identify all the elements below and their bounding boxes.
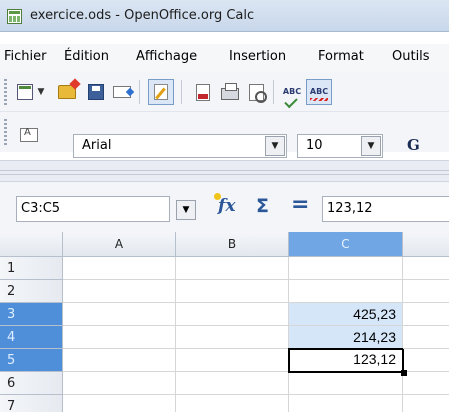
cell-a5[interactable] [63, 349, 176, 372]
cell-a7[interactable] [63, 395, 176, 412]
title-bar: exercice.ods - OpenOffice.org Calc [0, 0, 449, 32]
row-header-3[interactable]: 3 [0, 303, 63, 326]
cell-d3[interactable] [403, 303, 449, 326]
page-preview-icon[interactable] [245, 81, 267, 103]
toolbar-separator [139, 80, 140, 104]
edit-mode-icon[interactable] [148, 79, 174, 105]
font-size-value: 10 [306, 138, 323, 153]
open-folder-icon[interactable] [56, 81, 78, 103]
menu-format[interactable]: Format [318, 49, 364, 64]
cell-b6[interactable] [176, 372, 289, 395]
cell-c3[interactable]: 425,23 [289, 303, 403, 326]
styles-icon[interactable] [18, 124, 40, 146]
menu-insertion[interactable]: Insertion [229, 49, 286, 64]
cell-d1[interactable] [403, 257, 449, 280]
fill-handle[interactable] [401, 370, 407, 376]
export-pdf-icon[interactable] [192, 81, 214, 103]
column-header-b[interactable]: B [176, 232, 289, 257]
dropdown-arrow-icon[interactable]: ▼ [35, 81, 47, 103]
spellcheck-icon[interactable]: ABC [281, 81, 303, 103]
window-title: exercice.ods - OpenOffice.org Calc [30, 8, 255, 23]
function-icon[interactable]: = [291, 192, 309, 217]
name-box[interactable]: C3:C5 [16, 196, 170, 222]
menu-affichage[interactable]: Affichage [136, 49, 197, 64]
row-header-4[interactable]: 4 [0, 326, 63, 349]
toolbar-grip[interactable] [4, 119, 7, 145]
cell-c6[interactable] [289, 372, 403, 395]
cell-b2[interactable] [176, 280, 289, 303]
cell-a1[interactable] [63, 257, 176, 280]
cell-d4[interactable] [403, 326, 449, 349]
cell-b1[interactable] [176, 257, 289, 280]
cell-c2[interactable] [289, 280, 403, 303]
cell-c4[interactable]: 214,23 [289, 326, 403, 349]
cell-b3[interactable] [176, 303, 289, 326]
cell-d2[interactable] [403, 280, 449, 303]
menu-outils[interactable]: Outils [392, 49, 430, 64]
toolbar-separator [273, 80, 274, 104]
cell-d7[interactable] [403, 395, 449, 412]
row-header-2[interactable]: 2 [0, 280, 63, 303]
row-header-7[interactable]: 7 [0, 395, 63, 412]
chevron-down-icon[interactable]: ▼ [361, 136, 381, 156]
formula-input[interactable]: 123,12 [322, 196, 449, 222]
function-wizard-icon[interactable]: fx [213, 193, 235, 216]
toolbar-divider [0, 160, 449, 182]
font-name-value: Arial [82, 138, 112, 153]
calc-app-icon [7, 9, 22, 24]
cell-c7[interactable] [289, 395, 403, 412]
email-icon[interactable] [111, 81, 133, 103]
cell-a4[interactable] [63, 326, 176, 349]
menu-fichier[interactable]: Fichier [4, 49, 47, 64]
bold-button[interactable]: G [407, 136, 420, 154]
toolbar-grip[interactable] [4, 79, 7, 105]
toolbar-separator [181, 80, 182, 104]
cell-b4[interactable] [176, 326, 289, 349]
cell-b5[interactable] [176, 349, 289, 372]
name-box-dropdown-icon[interactable]: ▼ [176, 200, 196, 220]
cell-c5-active[interactable]: 123,12 [288, 348, 404, 373]
cell-a6[interactable] [63, 372, 176, 395]
select-all-corner[interactable] [0, 232, 63, 257]
cell-a2[interactable] [63, 280, 176, 303]
column-header-d[interactable] [403, 232, 449, 257]
standard-toolbar: ▼ ABC ABC [0, 72, 449, 112]
menu-edition[interactable]: Édition [64, 49, 109, 64]
menu-bar: Fichier Édition Affichage Insertion Form… [0, 44, 449, 72]
row-header-6[interactable]: 6 [0, 372, 63, 395]
autospellcheck-icon[interactable]: ABC [306, 79, 332, 105]
save-icon[interactable] [85, 81, 107, 103]
name-box-value: C3:C5 [21, 201, 61, 216]
cell-d5[interactable] [404, 349, 449, 372]
sum-icon[interactable]: Σ [256, 195, 269, 217]
cell-a3[interactable] [63, 303, 176, 326]
cell-b7[interactable] [176, 395, 289, 412]
font-name-combo[interactable]: Arial ▼ [73, 134, 287, 158]
column-header-c[interactable]: C [289, 232, 403, 257]
spreadsheet-grid[interactable]: A B C 1 2 3 4 5 6 7 425,23 214,23 123,12 [0, 232, 449, 412]
row-header-5[interactable]: 5 [0, 349, 63, 372]
print-icon[interactable] [219, 81, 241, 103]
cell-d6[interactable] [403, 372, 449, 395]
row-header-1[interactable]: 1 [0, 257, 63, 280]
column-header-a[interactable]: A [63, 232, 176, 257]
new-document-icon[interactable] [14, 81, 36, 103]
chevron-down-icon[interactable]: ▼ [265, 136, 285, 156]
cell-c1[interactable] [289, 257, 403, 280]
font-size-combo[interactable]: 10 ▼ [297, 134, 383, 158]
formula-input-value: 123,12 [327, 201, 373, 216]
